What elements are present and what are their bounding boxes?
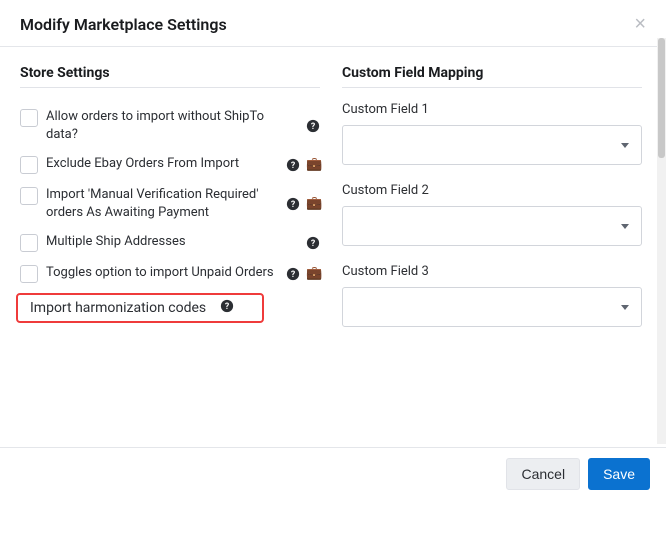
- setting-label: Import 'Manual Verification Required' or…: [46, 186, 320, 221]
- custom-field-select[interactable]: [342, 125, 642, 165]
- setting-label: Exclude Ebay Orders From Import: [46, 155, 320, 173]
- highlighted-setting: Import harmonization codes?: [16, 293, 264, 323]
- setting-row: Toggles option to import Unpaid Orders?💼: [20, 258, 320, 289]
- modal-title: Modify Marketplace Settings: [20, 15, 227, 34]
- custom-field-block: Custom Field 3: [342, 264, 642, 327]
- custom-mapping-heading: Custom Field Mapping: [342, 65, 642, 81]
- help-icon[interactable]: ?: [220, 299, 234, 313]
- help-icon[interactable]: ?: [306, 119, 320, 133]
- custom-field-select[interactable]: [342, 287, 642, 327]
- help-icon[interactable]: ?: [306, 236, 320, 250]
- custom-field-block: Custom Field 1: [342, 102, 642, 165]
- divider: [342, 87, 642, 88]
- setting-row: Exclude Ebay Orders From Import?💼: [20, 149, 320, 180]
- setting-label: Toggles option to import Unpaid Orders: [46, 264, 320, 282]
- setting-row: Multiple Ship Addresses?: [20, 227, 320, 258]
- setting-icons: ?💼: [286, 197, 320, 211]
- setting-label: Import harmonization codes: [30, 300, 206, 316]
- scrollbar-thumb[interactable]: [658, 38, 665, 158]
- svg-text:?: ?: [291, 270, 296, 280]
- cancel-button[interactable]: Cancel: [506, 458, 580, 490]
- help-icon[interactable]: ?: [286, 197, 300, 211]
- setting-icons: ?: [220, 299, 234, 317]
- chevron-down-icon: [621, 305, 629, 310]
- svg-text:?: ?: [311, 239, 316, 249]
- custom-field-block: Custom Field 2: [342, 183, 642, 246]
- modal-body: Store Settings Allow orders to import wi…: [0, 47, 666, 447]
- setting-row: Import 'Manual Verification Required' or…: [20, 180, 320, 227]
- scrollbar[interactable]: [657, 38, 666, 444]
- help-icon[interactable]: ?: [286, 267, 300, 281]
- save-button[interactable]: Save: [588, 458, 650, 490]
- setting-icons: ?💼: [286, 267, 320, 281]
- suitcase-icon[interactable]: 💼: [306, 158, 320, 172]
- suitcase-icon[interactable]: 💼: [306, 267, 320, 281]
- svg-text:?: ?: [291, 200, 296, 210]
- setting-label: Allow orders to import without ShipTo da…: [46, 108, 320, 143]
- setting-checkbox[interactable]: [20, 234, 38, 252]
- custom-field-label: Custom Field 1: [342, 102, 642, 117]
- suitcase-icon[interactable]: 💼: [306, 197, 320, 211]
- setting-checkbox[interactable]: [20, 187, 38, 205]
- close-icon[interactable]: ×: [630, 10, 650, 38]
- svg-text:?: ?: [291, 161, 296, 171]
- custom-mapping-column: Custom Field Mapping Custom Field 1Custo…: [342, 65, 642, 427]
- setting-checkbox[interactable]: [20, 156, 38, 174]
- custom-field-select[interactable]: [342, 206, 642, 246]
- store-settings-list: Allow orders to import without ShipTo da…: [20, 102, 320, 323]
- svg-text:?: ?: [311, 122, 316, 132]
- custom-field-label: Custom Field 2: [342, 183, 642, 198]
- setting-row: Allow orders to import without ShipTo da…: [20, 102, 320, 149]
- setting-icons: ?: [306, 236, 320, 250]
- setting-icons: ?: [306, 119, 320, 133]
- setting-checkbox[interactable]: [20, 109, 38, 127]
- setting-checkbox[interactable]: [20, 265, 38, 283]
- setting-icons: ?💼: [286, 158, 320, 172]
- modal-header: Modify Marketplace Settings ×: [0, 0, 666, 47]
- custom-mapping-list: Custom Field 1 Custom Field 2 Custom Field…: [342, 102, 642, 327]
- svg-text:?: ?: [225, 302, 230, 312]
- store-settings-column: Store Settings Allow orders to import wi…: [20, 65, 320, 427]
- divider: [20, 87, 320, 88]
- chevron-down-icon: [621, 143, 629, 148]
- chevron-down-icon: [621, 224, 629, 229]
- setting-label: Multiple Ship Addresses: [46, 233, 320, 251]
- store-settings-heading: Store Settings: [20, 65, 320, 81]
- modal: Modify Marketplace Settings × Store Sett…: [0, 0, 666, 502]
- modal-footer: Cancel Save: [0, 447, 666, 502]
- help-icon[interactable]: ?: [286, 158, 300, 172]
- custom-field-label: Custom Field 3: [342, 264, 642, 279]
